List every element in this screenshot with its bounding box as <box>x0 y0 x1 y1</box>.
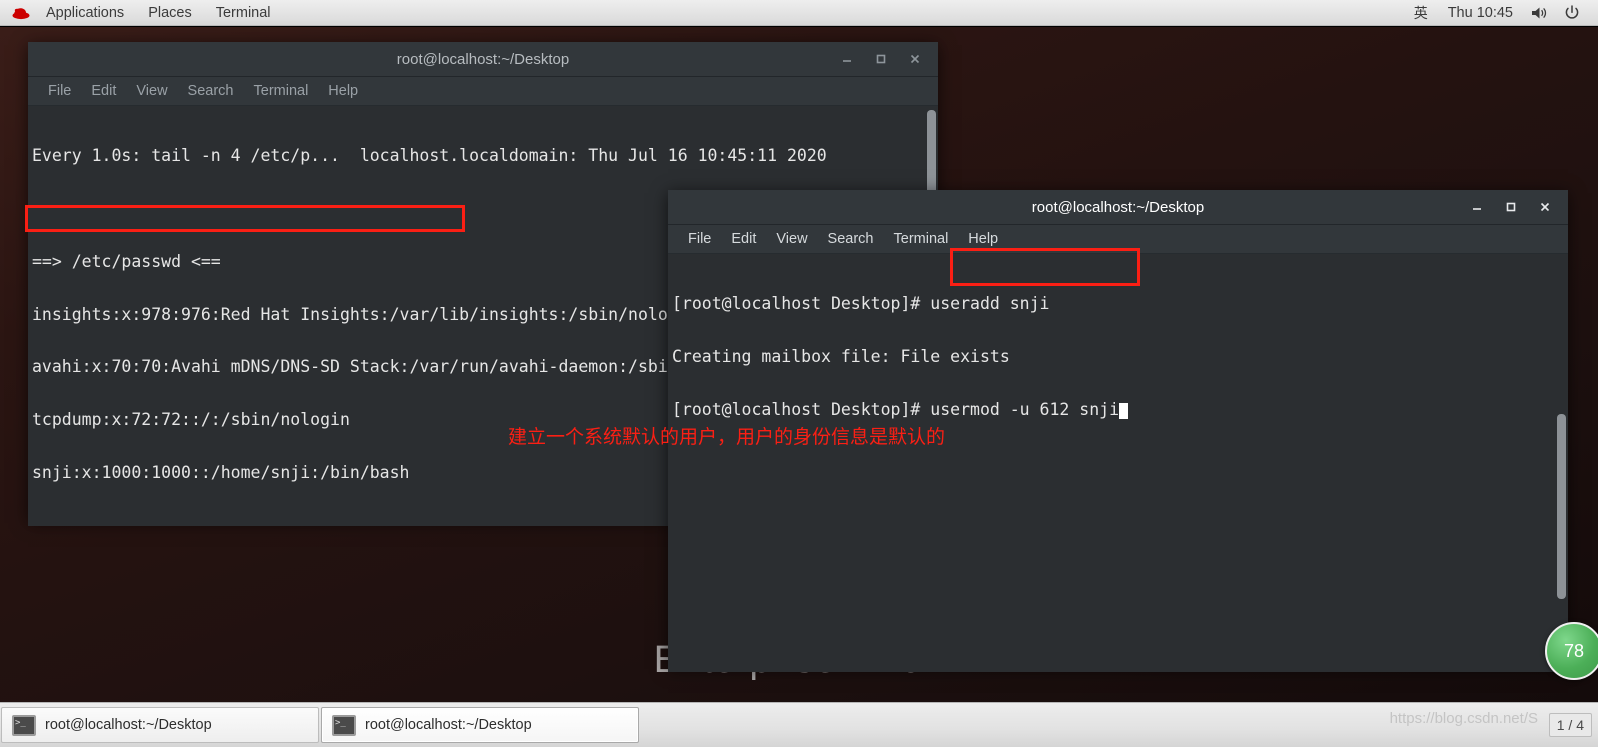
redhat-logo-icon <box>8 0 34 25</box>
taskbar-item-label: root@localhost:~/Desktop <box>45 717 212 733</box>
window1-close-icon[interactable] <box>898 42 932 76</box>
terminal-icon <box>12 714 36 736</box>
terminal-line: Every 1.0s: tail -n 4 /etc/p... localhos… <box>32 146 827 166</box>
window1-menu-terminal[interactable]: Terminal <box>244 77 319 105</box>
window2-menu-search[interactable]: Search <box>818 225 884 253</box>
terminal-line: [root@localhost Desktop]# useradd snji <box>672 294 1050 314</box>
window2-scrollbar-thumb[interactable] <box>1557 414 1566 599</box>
window1-controls <box>830 42 932 76</box>
menu-applications[interactable]: Applications <box>34 0 136 25</box>
window2-menu-terminal[interactable]: Terminal <box>884 225 959 253</box>
window1-menubar: File Edit View Search Terminal Help <box>28 77 938 106</box>
window1-maximize-icon[interactable] <box>864 42 898 76</box>
window2-menu-file[interactable]: File <box>678 225 721 253</box>
terminal-prompt-line: [root@localhost Desktop]# usermod -u 612… <box>672 399 1568 419</box>
input-method-indicator[interactable]: 英 <box>1404 3 1438 23</box>
terminal-line: Creating mailbox file: File exists <box>672 346 1010 366</box>
taskbar-item-label: root@localhost:~/Desktop <box>365 717 532 733</box>
window1-menu-edit[interactable]: Edit <box>81 77 126 105</box>
window1-menu-file[interactable]: File <box>38 77 81 105</box>
watermark-text: https://blog.csdn.net/S <box>1389 710 1538 727</box>
window2-minimize-icon[interactable] <box>1460 190 1494 224</box>
power-icon[interactable] <box>1556 4 1588 21</box>
top-panel-left: Applications Places Terminal <box>0 0 283 25</box>
speaker-icon[interactable] <box>1523 6 1556 20</box>
menu-terminal[interactable]: Terminal <box>204 0 283 25</box>
top-panel-right: 英 Thu 10:45 <box>1404 0 1598 25</box>
workspace-switcher[interactable]: 1 / 4 <box>1548 713 1592 737</box>
menu-places[interactable]: Places <box>136 0 204 25</box>
annotation-note: 建立一个系统默认的用户，用户的身份信息是默认的 <box>508 426 946 448</box>
taskbar-item-terminal-2[interactable]: root@localhost:~/Desktop <box>321 707 639 743</box>
window2-title: root@localhost:~/Desktop <box>1031 198 1205 216</box>
taskbar-item-terminal-1[interactable]: root@localhost:~/Desktop <box>1 707 319 743</box>
window2-maximize-icon[interactable] <box>1494 190 1528 224</box>
window2-menu-edit[interactable]: Edit <box>721 225 766 253</box>
window1-menu-view[interactable]: View <box>126 77 177 105</box>
clock[interactable]: Thu 10:45 <box>1438 5 1523 21</box>
terminal-current-command: [root@localhost Desktop]# usermod -u 612… <box>672 399 1120 419</box>
window2-terminal-output[interactable]: [root@localhost Desktop]# useradd snji C… <box>668 254 1568 672</box>
window1-titlebar[interactable]: root@localhost:~/Desktop <box>28 42 938 77</box>
taskbar: root@localhost:~/Desktop root@localhost:… <box>0 702 1598 747</box>
window2-close-icon[interactable] <box>1528 190 1562 224</box>
window2-menu-view[interactable]: View <box>766 225 817 253</box>
top-panel: Applications Places Terminal 英 Thu 10:45 <box>0 0 1598 26</box>
window1-minimize-icon[interactable] <box>830 42 864 76</box>
terminal-icon <box>332 714 356 736</box>
desktop-screen: Enterprise Linux Applications Places Ter… <box>0 0 1598 747</box>
window1-title: root@localhost:~/Desktop <box>396 50 570 68</box>
progress-badge: 78 <box>1545 622 1598 680</box>
window2-scrollbar[interactable] <box>1555 254 1568 672</box>
window2-titlebar[interactable]: root@localhost:~/Desktop <box>668 190 1568 225</box>
window2-menubar: File Edit View Search Terminal Help <box>668 225 1568 254</box>
window1-menu-search[interactable]: Search <box>178 77 244 105</box>
window2-controls <box>1460 190 1562 224</box>
terminal-cursor <box>1119 402 1129 419</box>
window2-menu-help[interactable]: Help <box>958 225 1008 253</box>
taskbar-right: https://blog.csdn.net/S 1 / 4 <box>1390 710 1598 737</box>
window1-menu-help[interactable]: Help <box>318 77 368 105</box>
